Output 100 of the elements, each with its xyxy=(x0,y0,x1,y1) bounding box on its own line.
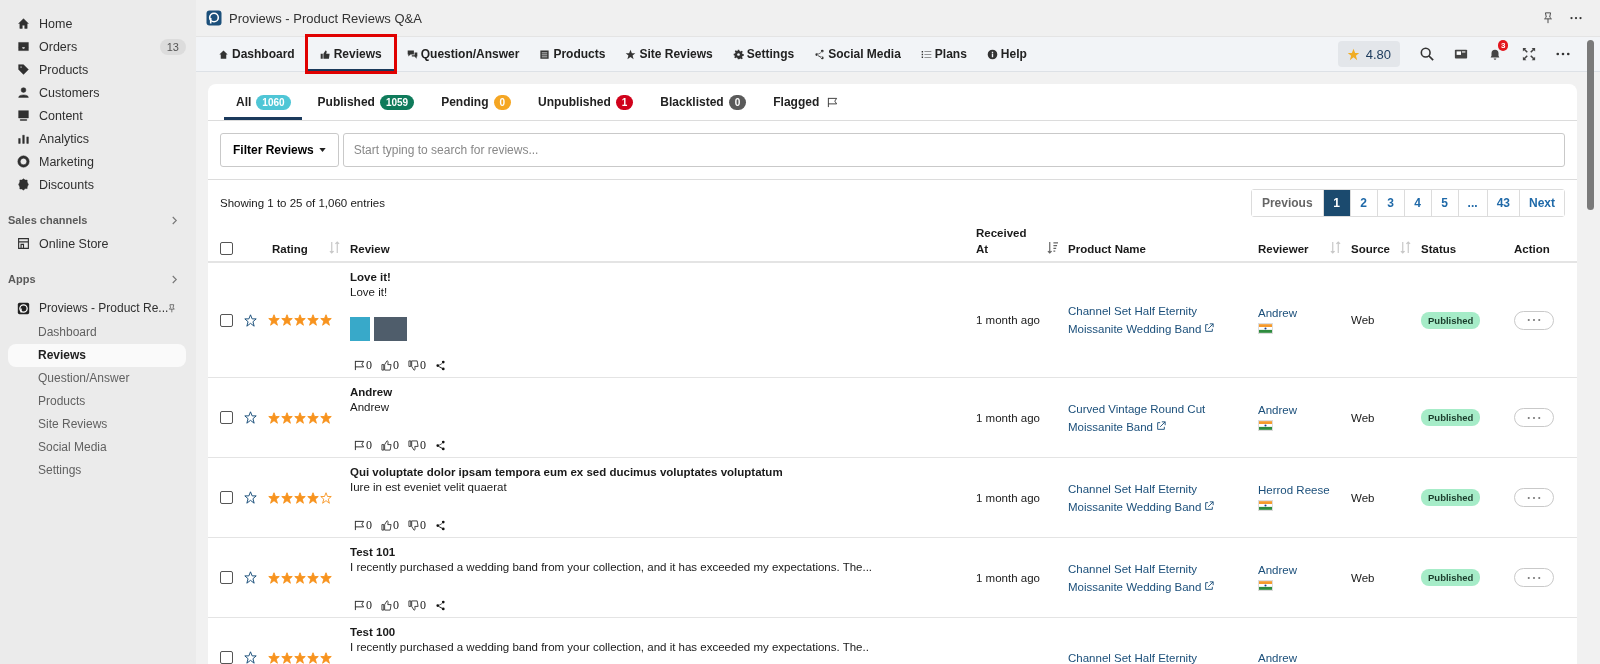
chevron-right-icon[interactable] xyxy=(171,274,178,284)
dislike-count[interactable]: 0 xyxy=(408,598,426,613)
star-outline-icon[interactable] xyxy=(244,491,257,504)
nav-tab[interactable]: Reviews xyxy=(304,34,397,74)
badge-icon xyxy=(17,178,30,191)
product-link[interactable]: Curved Vintage Round Cut Moissanite Band xyxy=(1068,399,1250,436)
review-title: Qui voluptate dolor ipsam tempora eum ex sed ducimus voluptates voluptatum xyxy=(350,466,784,478)
nav-tab[interactable]: Help xyxy=(976,37,1037,71)
flag-count[interactable]: 0 xyxy=(354,598,372,613)
sidebar-subitem[interactable]: Social Media xyxy=(8,436,186,459)
star-outline-icon[interactable] xyxy=(244,313,257,327)
status-tab[interactable]: Blacklisted 0 xyxy=(648,84,758,120)
scrollbar[interactable] xyxy=(1587,40,1594,210)
star-outline-icon[interactable] xyxy=(244,411,257,424)
sidebar-subitem[interactable]: Site Reviews xyxy=(8,413,186,436)
status-tab[interactable]: Flagged xyxy=(761,84,850,120)
app-name[interactable]: Proviews - Product Re... xyxy=(39,301,169,315)
product-link[interactable]: Channel Set Half Eternity Moissanite Wedding Band xyxy=(1068,479,1250,516)
sidebar-item[interactable]: Orders 13 xyxy=(8,35,186,58)
nav-tab[interactable]: Site Reviews xyxy=(615,37,723,71)
flag-count[interactable]: 0 xyxy=(354,438,372,453)
id-card-icon[interactable] xyxy=(1454,47,1468,61)
reviewer-link[interactable]: Andrew xyxy=(1258,651,1343,664)
status-tab[interactable]: Unpublished 1 xyxy=(526,84,645,120)
thumbs-down-icon xyxy=(408,440,419,451)
reviewer-link[interactable]: Andrew xyxy=(1258,404,1343,416)
sort-descending-icon[interactable] xyxy=(1047,241,1058,254)
sidebar-subitem[interactable]: Settings xyxy=(8,459,186,482)
like-count[interactable]: 0 xyxy=(381,518,399,533)
sidebar-item[interactable]: Products xyxy=(8,58,186,81)
search-icon[interactable] xyxy=(1420,47,1434,61)
row-checkbox[interactable] xyxy=(220,411,233,424)
star-outline-icon[interactable] xyxy=(244,571,257,584)
column-header: Source xyxy=(1351,242,1390,257)
row-checkbox[interactable] xyxy=(220,491,233,504)
sidebar-item[interactable]: Online Store xyxy=(8,232,186,255)
thumbs-up-icon xyxy=(381,600,392,611)
dislike-count[interactable]: 0 xyxy=(408,518,426,533)
bell-icon[interactable] xyxy=(1488,47,1502,61)
sidebar-item[interactable]: Discounts xyxy=(8,173,186,196)
search-field[interactable]: Start typing to search for reviews... xyxy=(342,133,1565,167)
product-link[interactable]: Channel Set Half Eternity xyxy=(1068,648,1250,664)
flag-count[interactable]: 0 xyxy=(354,518,372,533)
select-all-checkbox[interactable] xyxy=(220,242,233,255)
source-text: Web xyxy=(1351,411,1376,424)
person-icon xyxy=(17,86,30,99)
flag-icon xyxy=(354,520,365,531)
sidebar-item[interactable]: Customers xyxy=(8,81,186,104)
more-icon[interactable] xyxy=(1556,52,1570,56)
sidebar-subitem[interactable]: Reviews xyxy=(8,344,186,367)
star-outline-icon[interactable] xyxy=(244,651,257,664)
sidebar-item[interactable]: Home xyxy=(8,12,186,35)
flag-icon xyxy=(1258,322,1273,334)
sidebar-subitem[interactable]: Products xyxy=(8,390,186,413)
like-count[interactable]: 0 xyxy=(381,358,399,373)
nav-tab[interactable]: Settings xyxy=(722,37,805,71)
sidebar-item[interactable]: Content xyxy=(8,104,186,127)
nav-tab[interactable]: Question/Answer xyxy=(396,37,530,71)
nav-tab[interactable]: Products xyxy=(529,37,616,71)
chevron-right-icon[interactable] xyxy=(171,215,178,225)
reviewer-link[interactable]: Andrew xyxy=(1258,564,1343,576)
flag-icon xyxy=(354,600,365,611)
status-tab[interactable]: Published 1059 xyxy=(305,84,426,120)
dislike-count[interactable]: 0 xyxy=(408,438,426,453)
nav-tab[interactable]: Dashboard xyxy=(208,37,305,71)
like-count[interactable]: 0 xyxy=(381,598,399,613)
expand-icon[interactable] xyxy=(1522,47,1536,61)
like-count[interactable]: 0 xyxy=(381,438,399,453)
share-icon[interactable] xyxy=(435,440,446,451)
reviewer-link[interactable]: Andrew xyxy=(1258,306,1343,319)
share-icon[interactable] xyxy=(435,360,446,371)
share-icon[interactable] xyxy=(435,520,446,531)
row-checkbox[interactable] xyxy=(220,651,233,664)
source-text: Web xyxy=(1351,314,1376,326)
status-tab[interactable]: All 1060 xyxy=(224,84,302,120)
sidebar-subitem[interactable]: Dashboard xyxy=(8,321,186,344)
row-checkbox[interactable] xyxy=(220,313,233,327)
row-checkbox[interactable] xyxy=(220,571,233,584)
nav-tab[interactable]: Social Media xyxy=(804,37,911,71)
page-button[interactable]: Next xyxy=(1519,190,1564,216)
sidebar-item[interactable]: Marketing xyxy=(8,150,186,173)
pin-icon[interactable] xyxy=(168,301,176,315)
store-icon xyxy=(17,237,30,250)
product-link[interactable]: Channel Set Half Eternity Moissanite Wedding Band xyxy=(1068,559,1250,596)
pin-icon[interactable] xyxy=(1542,12,1554,24)
rating-button[interactable]: 4.80 xyxy=(1337,41,1400,67)
flag-count[interactable]: 0 xyxy=(354,358,372,373)
dislike-count[interactable]: 0 xyxy=(408,358,426,373)
sidebar-subitem[interactable]: Question/Answer xyxy=(8,367,186,390)
status-tab[interactable]: Pending 0 xyxy=(429,84,523,120)
external-link-icon xyxy=(1204,323,1215,333)
filter-dropdown[interactable]: Filter Reviews xyxy=(220,133,339,167)
nav-tab[interactable]: Plans xyxy=(910,37,977,71)
target-icon xyxy=(17,155,30,168)
product-link[interactable]: Channel Set Half Eternity Moissanite Wedding Band xyxy=(1068,302,1250,338)
page-button[interactable]: 1 xyxy=(1322,190,1350,216)
reviewer-link[interactable]: Herrod Reese xyxy=(1258,484,1343,496)
share-icon[interactable] xyxy=(435,600,446,611)
column-header: Rating xyxy=(272,242,308,257)
sidebar-item[interactable]: Analytics xyxy=(8,127,186,150)
